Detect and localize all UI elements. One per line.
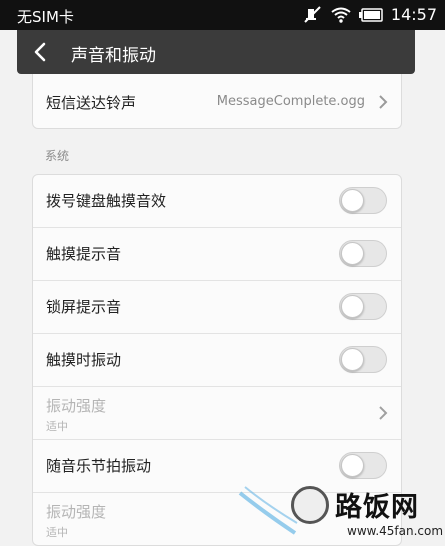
- setting-label: 锁屏提示音: [46, 298, 122, 316]
- chevron-right-icon: [379, 406, 388, 420]
- setting-label: 触摸提示音: [46, 245, 122, 263]
- watermark: 路饭网 www.45fan.com: [235, 483, 445, 545]
- sms-tone-value: MessageComplete.ogg: [216, 94, 365, 109]
- dialpad-sound-toggle[interactable]: [339, 187, 387, 214]
- sms-tone-label: 短信送达铃声: [46, 94, 137, 112]
- setting-label: 触摸时振动: [46, 351, 122, 369]
- watermark-text: 路饭网: [335, 492, 419, 523]
- setting-lock-screen-sound[interactable]: 锁屏提示音: [33, 281, 401, 334]
- section-title-system: 系统: [45, 149, 70, 163]
- setting-vibration-strength: 振动强度 适中: [33, 387, 401, 440]
- lock-sound-toggle[interactable]: [339, 293, 387, 320]
- setting-label: 振动强度: [46, 397, 107, 415]
- toggle-knob: [341, 242, 364, 265]
- toggle-knob: [341, 454, 364, 477]
- toggle-knob: [341, 348, 364, 371]
- setting-sublabel: 适中: [46, 420, 68, 433]
- page-title: 声音和振动: [71, 46, 156, 66]
- setting-label: 随音乐节拍振动: [46, 457, 152, 475]
- setting-label: 拨号键盘触摸音效: [46, 192, 167, 210]
- carrier-label: 无SIM卡: [17, 8, 74, 26]
- sms-tone-card: 短信送达铃声 MessageComplete.ogg: [32, 74, 402, 129]
- clock: 14:57: [390, 5, 437, 24]
- chevron-right-icon: [379, 95, 388, 109]
- battery-icon: [358, 7, 383, 22]
- mute-icon: [304, 5, 321, 23]
- back-arrow-icon[interactable]: [31, 42, 51, 62]
- setting-dialpad-touch-sound[interactable]: 拨号键盘触摸音效: [33, 175, 401, 228]
- music-vibration-toggle[interactable]: [339, 452, 387, 479]
- status-bar: 无SIM卡 14:57: [0, 0, 445, 30]
- wifi-icon: [331, 7, 351, 23]
- setting-sublabel: 适中: [46, 526, 68, 539]
- sms-tone-item[interactable]: 短信送达铃声 MessageComplete.ogg: [33, 74, 401, 128]
- status-icons: 14:57: [303, 5, 437, 24]
- setting-label: 振动强度: [46, 503, 107, 521]
- setting-touch-sound[interactable]: 触摸提示音: [33, 228, 401, 281]
- toggle-knob: [341, 189, 364, 212]
- touch-vibration-toggle[interactable]: [339, 346, 387, 373]
- watermark-logo-icon: [291, 486, 329, 524]
- toggle-knob: [341, 295, 364, 318]
- title-bar: 声音和振动: [17, 30, 415, 74]
- setting-touch-vibration[interactable]: 触摸时振动: [33, 334, 401, 387]
- touch-sound-toggle[interactable]: [339, 240, 387, 267]
- watermark-url: www.45fan.com: [347, 524, 444, 538]
